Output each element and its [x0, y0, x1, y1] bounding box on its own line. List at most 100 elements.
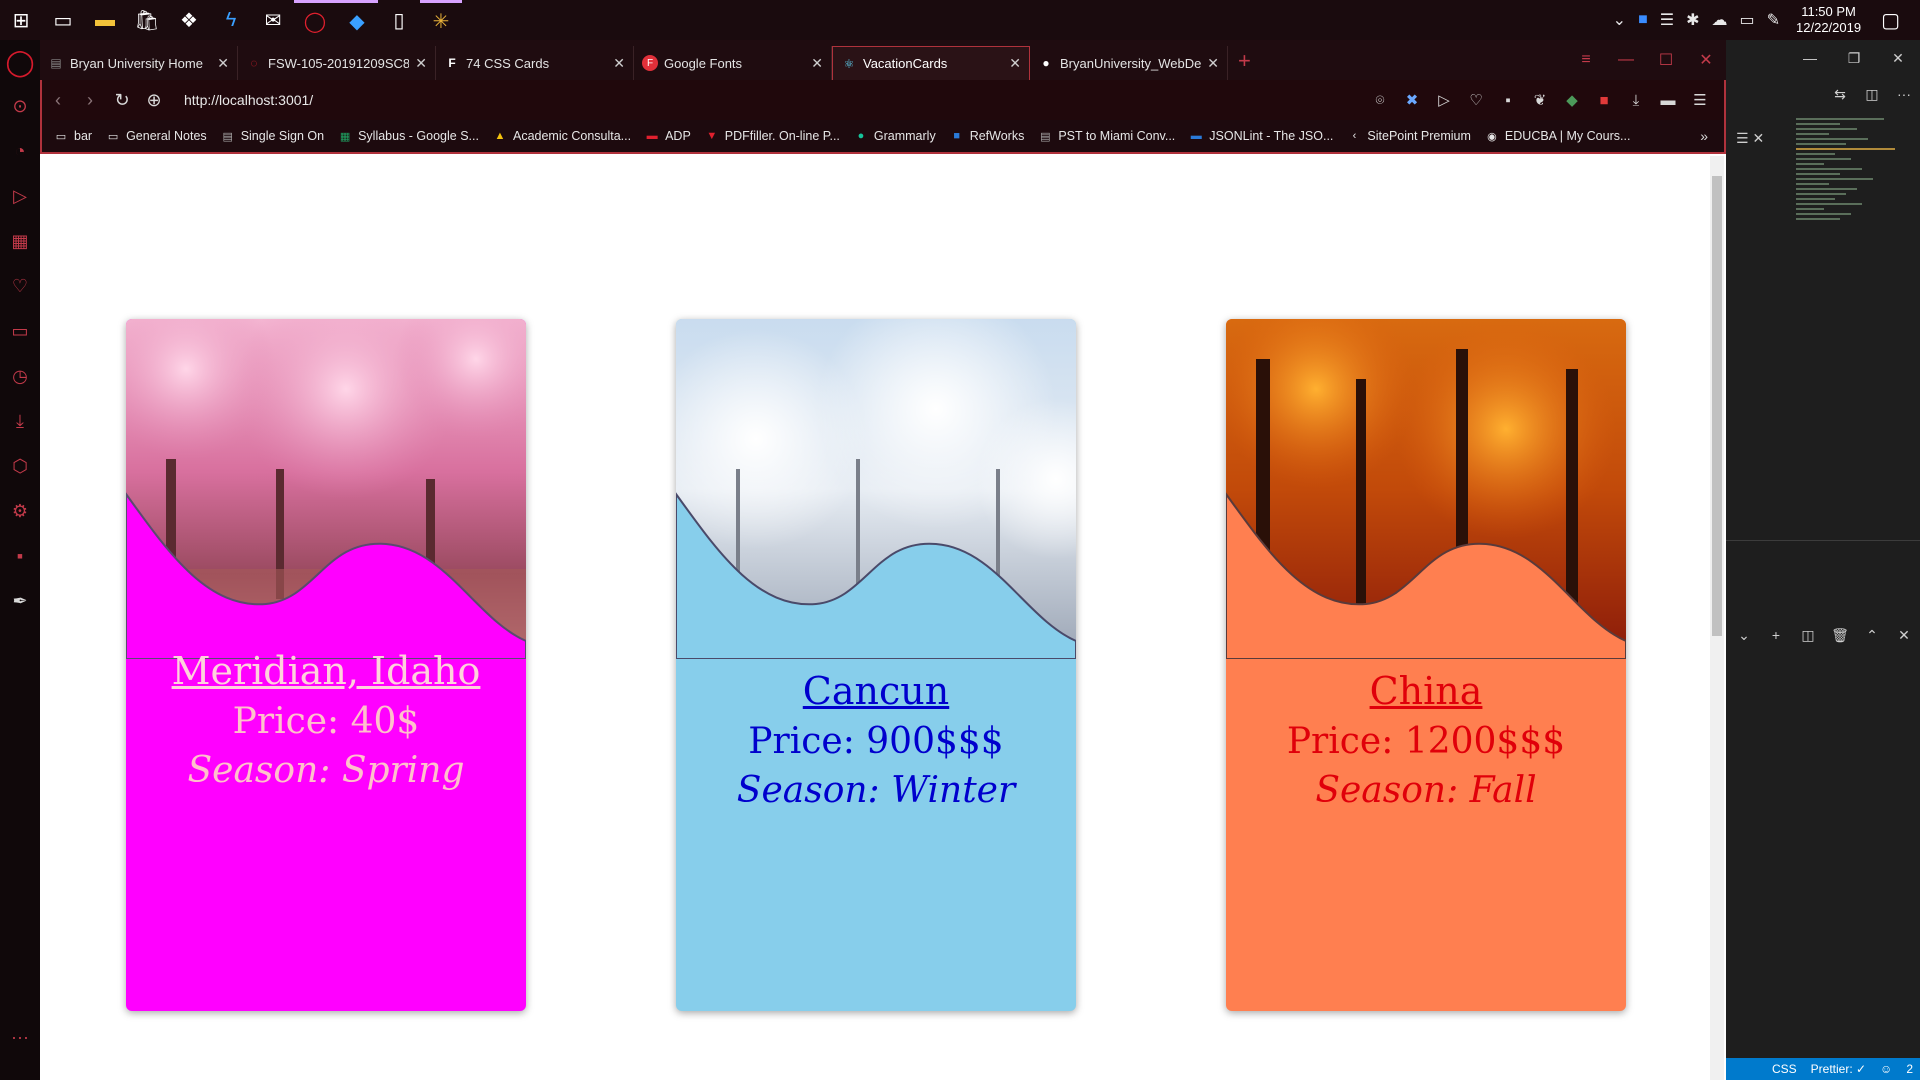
more-bookmarks-icon[interactable]: »: [1700, 128, 1724, 144]
dropbox-icon[interactable]: ❖: [168, 0, 210, 40]
language-mode[interactable]: CSS: [1765, 1062, 1804, 1076]
task-view-icon[interactable]: ▭: [42, 0, 84, 40]
more-actions-icon[interactable]: ···: [1888, 86, 1920, 102]
file-explorer-icon[interactable]: ▬: [84, 0, 126, 40]
restore-icon[interactable]: ❐: [1832, 50, 1876, 67]
close-icon[interactable]: ✕: [1009, 55, 1021, 72]
downloads-icon[interactable]: ⤓: [0, 399, 40, 444]
clock[interactable]: 11:50 PM 12/22/2019: [1786, 4, 1871, 36]
notifications-count[interactable]: 2: [1899, 1062, 1920, 1076]
history-icon[interactable]: ◷: [0, 354, 40, 399]
zoom-icon[interactable]: ■: [1632, 11, 1654, 29]
bookmark-item[interactable]: ▭ bar: [54, 129, 92, 143]
bookmark-item[interactable]: ● Grammarly: [854, 129, 936, 143]
bookmark-item[interactable]: ▦ Syllabus - Google S...: [338, 129, 479, 143]
maximize-icon[interactable]: ☐: [1646, 50, 1686, 70]
close-icon[interactable]: ☰ ✕: [1736, 130, 1764, 147]
minimize-icon[interactable]: —: [1788, 50, 1832, 66]
speed-dial-icon[interactable]: ◔: [0, 129, 40, 174]
minimize-icon[interactable]: —: [1606, 51, 1646, 69]
tab-github[interactable]: ● BryanUniversity_WebDev/F ✕: [1030, 46, 1228, 80]
bookmark-item[interactable]: ▲ Academic Consulta...: [493, 129, 632, 143]
notepad-icon[interactable]: ▯: [378, 0, 420, 40]
windows-start-icon[interactable]: ⊞: [0, 0, 42, 40]
feedback-icon[interactable]: ☺: [1873, 1062, 1899, 1076]
scrollbar-thumb[interactable]: [1712, 176, 1722, 636]
gamepad-icon[interactable]: ⊙: [0, 84, 40, 129]
bookmark-item[interactable]: ‹ SitePoint Premium: [1347, 129, 1471, 143]
wifi-settings-icon[interactable]: ☰: [1654, 10, 1680, 30]
camera-icon[interactable]: ⌾: [1364, 92, 1396, 109]
tab-css-cards[interactable]: F 74 CSS Cards ✕: [436, 46, 634, 80]
close-window-icon[interactable]: ✕: [1876, 50, 1920, 67]
close-window-icon[interactable]: ✕: [1686, 50, 1726, 70]
bookmark-item[interactable]: ◉ EDUCBA | My Cours...: [1485, 129, 1630, 143]
trash-icon[interactable]: 🗑: [1824, 627, 1856, 644]
chevron-up-icon[interactable]: ⌃: [1856, 627, 1888, 644]
adblock-icon[interactable]: ✖: [1396, 91, 1428, 109]
workspaces-icon[interactable]: ▪: [0, 534, 40, 579]
tab-vacationcards[interactable]: ⚛ VacationCards ✕: [832, 46, 1030, 80]
compare-icon[interactable]: ⇆: [1824, 86, 1856, 103]
forward-icon[interactable]: ›: [74, 90, 106, 111]
bolt-icon[interactable]: ϟ: [210, 0, 252, 40]
url-field[interactable]: http://localhost:3001/: [184, 92, 313, 108]
split-editor-icon[interactable]: ◫: [1856, 86, 1888, 103]
close-icon[interactable]: ✕: [1207, 55, 1219, 72]
new-tab-icon[interactable]: +: [1228, 48, 1261, 80]
opera-icon[interactable]: ◯: [294, 0, 336, 40]
bookmark-item[interactable]: ▼ PDFfiller. On-line P...: [705, 129, 840, 143]
extensions-icon[interactable]: ⬡: [0, 444, 40, 489]
heart-icon[interactable]: ♡: [1460, 91, 1492, 109]
settings-icon[interactable]: ⚙: [0, 489, 40, 534]
tab-bryan-university[interactable]: ▤ Bryan University Home ✕: [40, 46, 238, 80]
chevron-up-icon[interactable]: ⌄: [1607, 10, 1632, 30]
more-icon[interactable]: ···: [0, 1015, 40, 1060]
bookmark-item[interactable]: ▬ JSONLint - The JSO...: [1189, 129, 1334, 143]
pen-icon[interactable]: ✎: [1761, 10, 1786, 30]
opera-logo-icon[interactable]: ◯: [0, 40, 40, 84]
close-icon[interactable]: ✕: [811, 55, 823, 72]
heart-icon[interactable]: ♡: [0, 264, 40, 309]
minimap[interactable]: [1796, 118, 1906, 418]
tabs-icon[interactable]: ▭: [0, 309, 40, 354]
tab-fsw[interactable]: ◌ FSW-105-20191209SC8A-A ✕: [238, 46, 436, 80]
send-icon[interactable]: ▷: [1428, 91, 1460, 109]
tab-menu-icon[interactable]: ≡: [1566, 51, 1606, 69]
bookmark-item[interactable]: ■ RefWorks: [950, 129, 1024, 143]
onedrive-icon[interactable]: ☁: [1705, 10, 1733, 30]
lastpass-icon[interactable]: ■: [1588, 92, 1620, 109]
card-place-link[interactable]: Cancun: [676, 669, 1076, 713]
feather-icon[interactable]: ✒: [0, 579, 40, 624]
close-icon[interactable]: ✕: [217, 55, 229, 72]
store-icon[interactable]: 🛍: [126, 0, 168, 40]
reload-icon[interactable]: ↻: [106, 90, 138, 111]
cube-icon[interactable]: ◆: [1556, 91, 1588, 109]
close-icon[interactable]: ✕: [415, 55, 427, 72]
battery-saver-icon[interactable]: ▬: [1652, 92, 1684, 109]
close-icon[interactable]: ✕: [613, 55, 625, 72]
card-place-link[interactable]: China: [1226, 669, 1626, 713]
bookmark-item[interactable]: ▭ General Notes: [106, 129, 207, 143]
mail-icon[interactable]: ✉: [252, 0, 294, 40]
leaf-icon[interactable]: ❦: [1524, 91, 1556, 109]
vscode-icon[interactable]: ◆: [336, 0, 378, 40]
grid-icon[interactable]: ▦: [0, 219, 40, 264]
bookmark-item[interactable]: ▤ PST to Miami Conv...: [1038, 129, 1175, 143]
slack-tray-icon[interactable]: ✱: [1680, 10, 1705, 30]
download-icon[interactable]: ⤓: [1620, 92, 1652, 109]
bookmark-item[interactable]: ▤ Single Sign On: [221, 129, 324, 143]
flow-icon[interactable]: ▷: [0, 174, 40, 219]
bookmark-item[interactable]: ▬ ADP: [645, 129, 691, 143]
card-place-link[interactable]: Meridian, Idaho: [126, 649, 526, 693]
easy-setup-icon[interactable]: ☰: [1684, 91, 1716, 109]
chevron-down-icon[interactable]: ⌄: [1728, 627, 1760, 644]
prettier-status[interactable]: Prettier: ✓: [1804, 1062, 1873, 1076]
notifications-icon[interactable]: ▢: [1871, 8, 1906, 33]
battery-icon[interactable]: ▭: [1733, 10, 1760, 30]
extension-icon[interactable]: ▪: [1492, 92, 1524, 109]
split-terminal-icon[interactable]: ◫: [1792, 627, 1824, 644]
back-icon[interactable]: ‹: [42, 90, 74, 111]
close-icon[interactable]: ✕: [1888, 627, 1920, 644]
page-scrollbar[interactable]: [1710, 156, 1724, 1080]
